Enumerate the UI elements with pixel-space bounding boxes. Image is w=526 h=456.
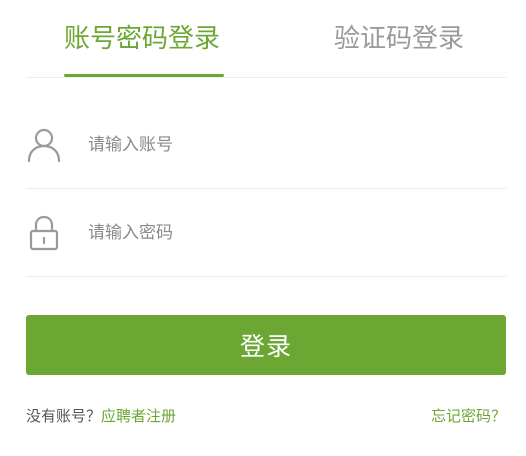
register-link[interactable]: 应聘者注册 <box>101 407 176 425</box>
forgot-password-link[interactable]: 忘记密码？ <box>431 407 506 425</box>
forgot-password-area: 忘记密码？ <box>431 404 506 428</box>
user-icon <box>26 125 62 165</box>
lock-icon <box>26 213 62 253</box>
account-field-row <box>26 101 506 189</box>
account-input[interactable] <box>88 123 488 167</box>
register-prompt: 没有账号？应聘者注册 <box>26 404 176 428</box>
login-footer: 没有账号？应聘者注册 忘记密码？ <box>26 404 506 428</box>
password-field-row <box>26 189 506 277</box>
login-panel: 账号密码登录 验证码登录 登录 没有账号？应聘者注册 忘记密码？ <box>0 0 526 456</box>
login-button[interactable]: 登录 <box>26 315 506 375</box>
login-tabs: 账号密码登录 验证码登录 <box>26 0 506 78</box>
tab-verification-code[interactable]: 验证码登录 <box>334 20 464 58</box>
tab-account-password[interactable]: 账号密码登录 <box>64 20 220 58</box>
active-tab-indicator <box>64 74 224 77</box>
password-input[interactable] <box>88 211 488 255</box>
no-account-text: 没有账号？ <box>26 407 102 425</box>
